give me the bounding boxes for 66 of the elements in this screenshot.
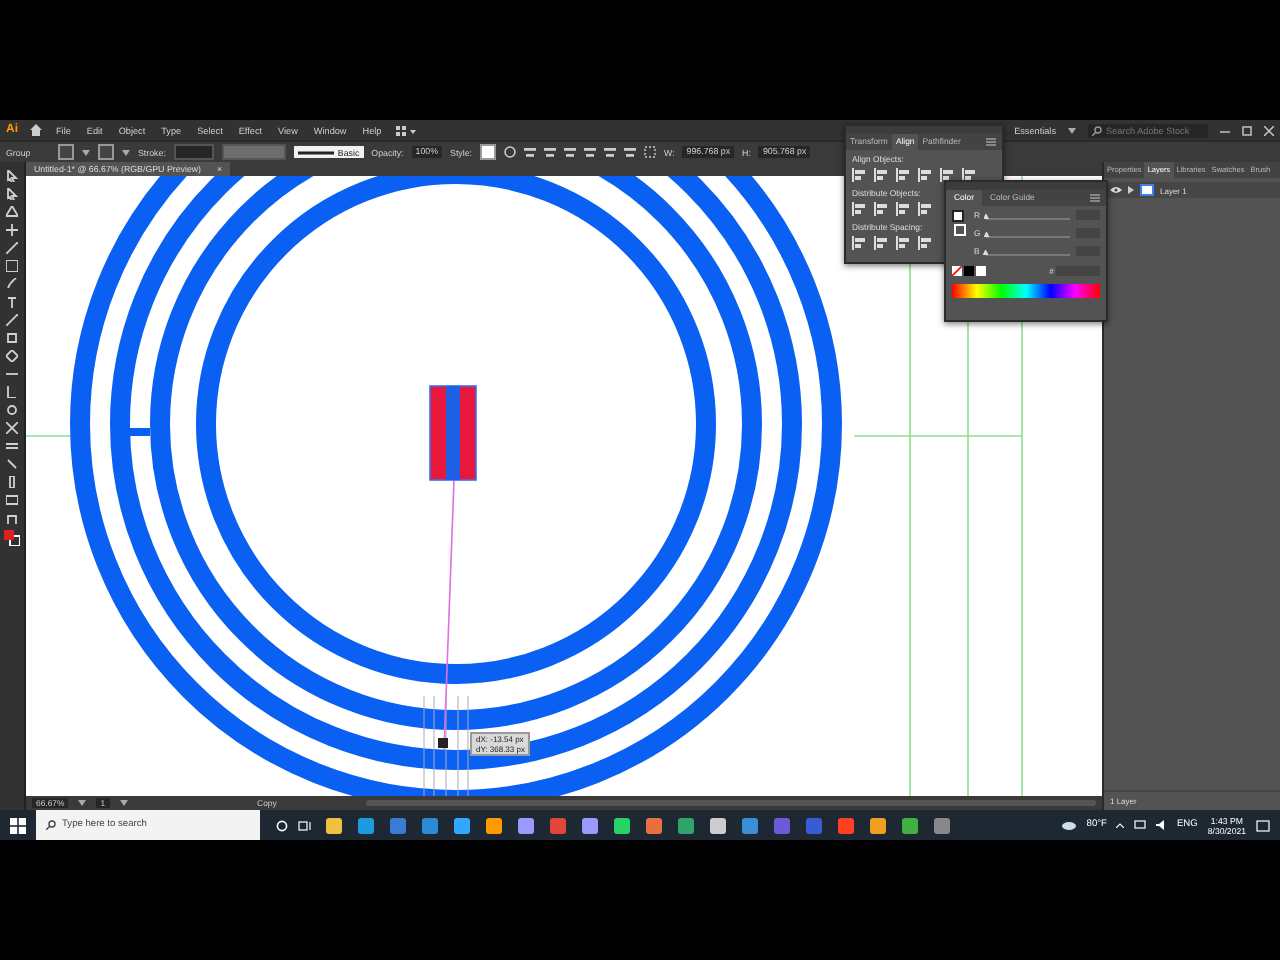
align-button-icon[interactable] <box>874 236 888 250</box>
cortana-icon[interactable] <box>276 819 288 831</box>
align-button-icon[interactable] <box>896 202 910 216</box>
panel-menu-icon[interactable] <box>1090 194 1100 202</box>
slider-thumb[interactable] <box>982 249 989 255</box>
weather-icon <box>1062 820 1077 830</box>
fill-stroke-icon[interactable] <box>952 210 968 238</box>
tool-icon[interactable] <box>6 440 18 452</box>
fill-stroke-icon[interactable] <box>4 530 20 546</box>
align-button-icon[interactable] <box>896 236 910 250</box>
align-button-icon[interactable] <box>918 236 932 250</box>
align-button-icon[interactable] <box>852 236 866 250</box>
caret-icon <box>119 800 128 806</box>
eye-icon[interactable] <box>1110 186 1122 194</box>
restore-icon[interactable] <box>1242 125 1252 135</box>
graphic-style-swatch[interactable] <box>480 144 496 160</box>
tool-icon[interactable] <box>6 404 18 416</box>
notification-icon[interactable] <box>1256 819 1270 831</box>
layer-thumbnail <box>1140 184 1154 196</box>
fill-swatch[interactable] <box>58 144 74 160</box>
minimize-icon[interactable] <box>1220 125 1230 135</box>
channel-slider[interactable] <box>986 211 1070 219</box>
align-button-icon[interactable] <box>896 168 910 182</box>
magnet-drawing <box>429 385 477 481</box>
caret-icon <box>78 800 87 806</box>
stroke-preview-icon <box>297 149 334 155</box>
tool-icon[interactable] <box>6 224 18 236</box>
tool-icon[interactable] <box>6 296 18 308</box>
swatch-icon[interactable] <box>976 266 986 276</box>
start-icon[interactable] <box>10 817 26 833</box>
none-swatch-icon[interactable] <box>952 266 962 276</box>
caret-icon <box>122 149 130 155</box>
align-button-icon[interactable] <box>918 168 932 182</box>
workspace-grid-icon[interactable] <box>395 125 416 135</box>
home-icon[interactable] <box>30 124 42 136</box>
channel-slider[interactable] <box>986 229 1070 237</box>
align-button-icon[interactable] <box>962 168 976 182</box>
caret-icon[interactable] <box>1128 186 1134 194</box>
smart-guides <box>423 695 469 796</box>
chevron-icon[interactable] <box>1116 822 1125 828</box>
align-button-icon[interactable] <box>852 202 866 216</box>
panel-menu-icon[interactable] <box>986 138 996 146</box>
channel-slider[interactable] <box>985 247 1070 255</box>
search-icon <box>46 820 56 830</box>
stroke-swatch[interactable] <box>98 144 114 160</box>
swatch-icon[interactable] <box>964 266 974 276</box>
caret-icon <box>82 149 90 155</box>
volume-icon[interactable] <box>1156 820 1167 830</box>
caret-icon <box>1068 127 1076 133</box>
align-button-icon[interactable] <box>918 202 932 216</box>
slider-thumb[interactable] <box>983 213 990 219</box>
transform-icon[interactable] <box>644 146 656 158</box>
tool-icon[interactable] <box>6 422 18 434</box>
align-button-icon[interactable] <box>874 168 888 182</box>
close-icon[interactable] <box>1264 125 1274 135</box>
search-icon <box>1092 125 1102 135</box>
align-button-icon[interactable] <box>852 168 866 182</box>
slider-thumb[interactable] <box>983 231 990 237</box>
color-spectrum[interactable] <box>952 284 1100 298</box>
align-button-icon[interactable] <box>874 202 888 216</box>
network-icon[interactable] <box>1134 820 1147 830</box>
stroke-weight-field[interactable] <box>173 144 214 160</box>
align-button-icon[interactable] <box>940 168 954 182</box>
task-view-icon[interactable] <box>298 819 312 831</box>
anchor-point <box>438 738 448 748</box>
recolor-icon[interactable] <box>504 146 516 158</box>
